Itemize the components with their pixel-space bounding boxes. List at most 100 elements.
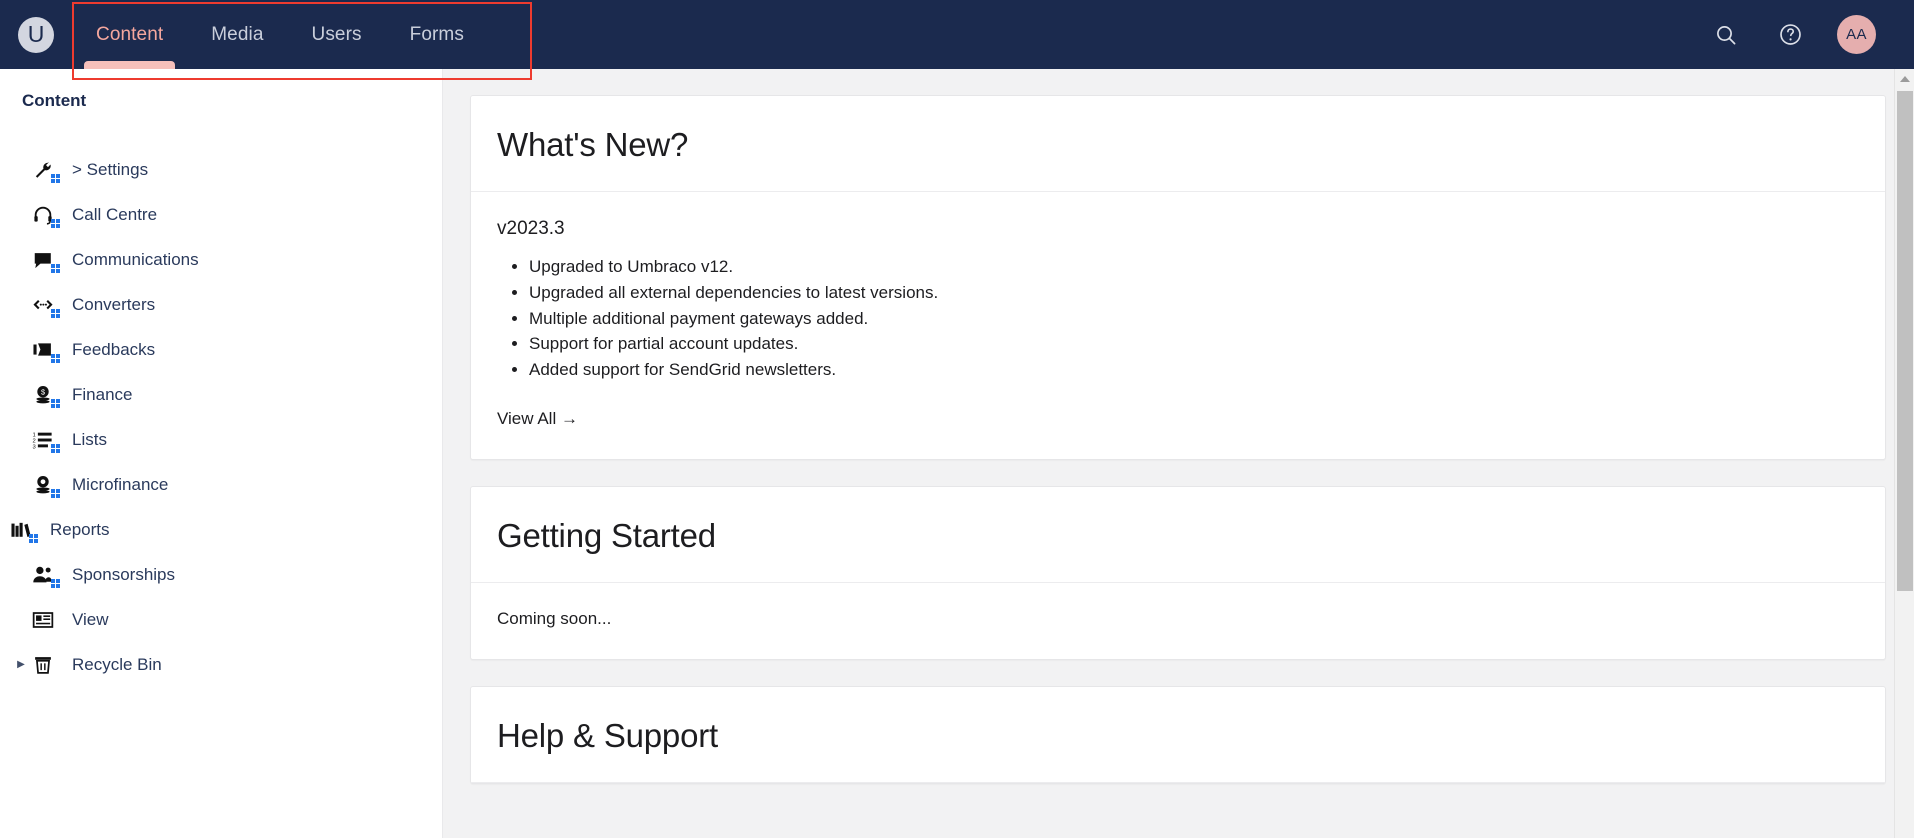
sidebar-item-label: Recycle Bin [72,654,162,674]
main-section-tabs: Content Media Users Forms [72,0,488,69]
extension-badge-icon [51,578,60,588]
search-icon [1717,25,1736,44]
page-scrollbar[interactable] [1894,69,1914,838]
sidebar-item-label: Call Centre [72,204,158,224]
svg-text:2: 2 [33,438,36,444]
extension-badge-icon [51,173,60,183]
sidebar-item-label: Lists [72,429,107,449]
list-item: Multiple additional payment gateways add… [529,306,1859,332]
sidebar-item-label: Microfinance [72,474,169,494]
list-item: Support for partial account updates. [529,331,1859,357]
sidebar-item-finance[interactable]: ▶ $ Finance [0,372,442,417]
umbraco-logo-icon: U [18,16,54,53]
help-support-header: Help & Support [471,687,1885,784]
svg-text:3: 3 [33,444,36,450]
search-button[interactable] [1709,18,1743,52]
tab-content-label: Content [96,23,164,45]
feedback-card-icon [32,336,66,364]
sidebar-item-feedbacks[interactable]: ▶ Feedbacks [0,327,442,372]
sidebar-item-recycle-bin[interactable]: ▶ Recycle Bin [0,642,442,687]
sidebar-item-microfinance[interactable]: ▶ Microfinance [0,462,442,507]
sidebar-item-label: Sponsorships [72,564,176,584]
changelog-list: Upgraded to Umbraco v12. Upgraded all ex… [497,254,1859,383]
extension-badge-icon [51,398,60,408]
extension-badge-icon [51,443,60,453]
whats-new-header: What's New? [471,96,1885,192]
tab-users[interactable]: Users [288,0,386,69]
code-arrows-icon [32,291,66,319]
extension-badge-icon [51,218,60,228]
sidebar-item-label: Converters [72,294,156,314]
svg-text:$: $ [41,387,45,396]
dashboard-main: What's New? v2023.3 Upgraded to Umbraco … [443,69,1914,838]
getting-started-header: Getting Started [471,487,1885,584]
whats-new-card: What's New? v2023.3 Upgraded to Umbraco … [470,95,1886,461]
whats-new-body: v2023.3 Upgraded to Umbraco v12. Upgrade… [471,192,1885,459]
avatar-initials: AA [1846,26,1867,43]
trash-bin-icon [32,651,66,679]
sidebar-item-reports[interactable]: Reports [0,507,442,552]
backoffice-app: U Content Media Users Forms AA Content >… [0,0,1914,838]
card-title: What's New? [497,126,689,163]
umbraco-logo-letter: U [27,20,45,47]
tab-forms-label: Forms [409,23,464,45]
getting-started-body: Coming soon... [471,583,1885,659]
wrench-icon [32,156,66,184]
version-label: v2023.3 [497,218,565,239]
content-tree-list: ▶ > Settings ▶ [0,147,442,687]
sidebar-item-sponsorships[interactable]: ▶ Sponsorships [0,552,442,597]
extension-badge-icon [51,353,60,363]
scroll-up-arrow-icon[interactable] [1895,69,1914,89]
sidebar-item-label: Finance [72,384,133,404]
help-circle-icon [1779,24,1801,45]
extension-badge-icon [29,533,38,543]
speech-bubble-icon [32,246,66,274]
sidebar-item-call-centre[interactable]: ▶ Call Centre [0,192,442,237]
extension-badge-icon [51,308,60,318]
extension-badge-icon [51,488,60,498]
books-icon [10,516,44,544]
help-button[interactable] [1773,18,1807,52]
view-all-link[interactable]: View All → [497,409,578,429]
coming-soon-text: Coming soon... [497,609,612,629]
tab-content[interactable]: Content [72,0,187,69]
sidebar-item-label: Communications [72,249,199,269]
tab-media[interactable]: Media [187,0,287,69]
sidebar-item-lists[interactable]: ▶ 1 2 3 Lists [0,417,442,462]
scrollbar-thumb[interactable] [1897,91,1913,591]
sidebar-item-settings[interactable]: ▶ > Settings [0,147,442,192]
help-support-card: Help & Support [470,686,1886,785]
content-tree-sidebar: Content ▶ > Settings ▶ [0,69,443,838]
sidebar-item-label: > Settings [72,159,149,179]
sidebar-item-label: Reports [50,519,110,539]
coins-dollar-icon: $ [32,381,66,409]
sidebar-item-communications[interactable]: ▶ Communications [0,237,442,282]
body-area: Content ▶ > Settings ▶ [0,69,1914,838]
umbraco-logo-button[interactable]: U [0,0,72,69]
headset-icon [32,201,66,229]
list-item: Upgraded all external dependencies to la… [529,280,1859,306]
user-avatar[interactable]: AA [1837,15,1876,54]
numbered-list-icon: 1 2 3 [32,426,66,454]
sidebar-item-label: Feedbacks [72,339,156,359]
tab-forms[interactable]: Forms [386,0,488,69]
sidebar-item-label: View [72,609,109,629]
coins-circle-icon [32,471,66,499]
getting-started-card: Getting Started Coming soon... [470,486,1886,661]
tab-users-label: Users [311,23,362,45]
list-item: Added support for SendGrid newsletters. [529,357,1859,383]
sidebar-item-view[interactable]: ▶ View [0,597,442,642]
sidebar-item-converters[interactable]: ▶ Converters [0,282,442,327]
svg-text:1: 1 [33,432,36,438]
top-navigation-bar: U Content Media Users Forms AA [0,0,1914,69]
expand-caret-icon[interactable]: ▶ [10,659,32,670]
list-item: Upgraded to Umbraco v12. [529,254,1859,280]
card-title: Help & Support [497,717,718,755]
tab-media-label: Media [211,23,264,45]
sidebar-title: Content [22,91,87,110]
user-group-icon [32,561,66,589]
card-title: Getting Started [497,517,716,555]
topbar-actions: AA [1709,15,1914,54]
article-view-icon [32,606,66,634]
extension-badge-icon [51,263,60,273]
